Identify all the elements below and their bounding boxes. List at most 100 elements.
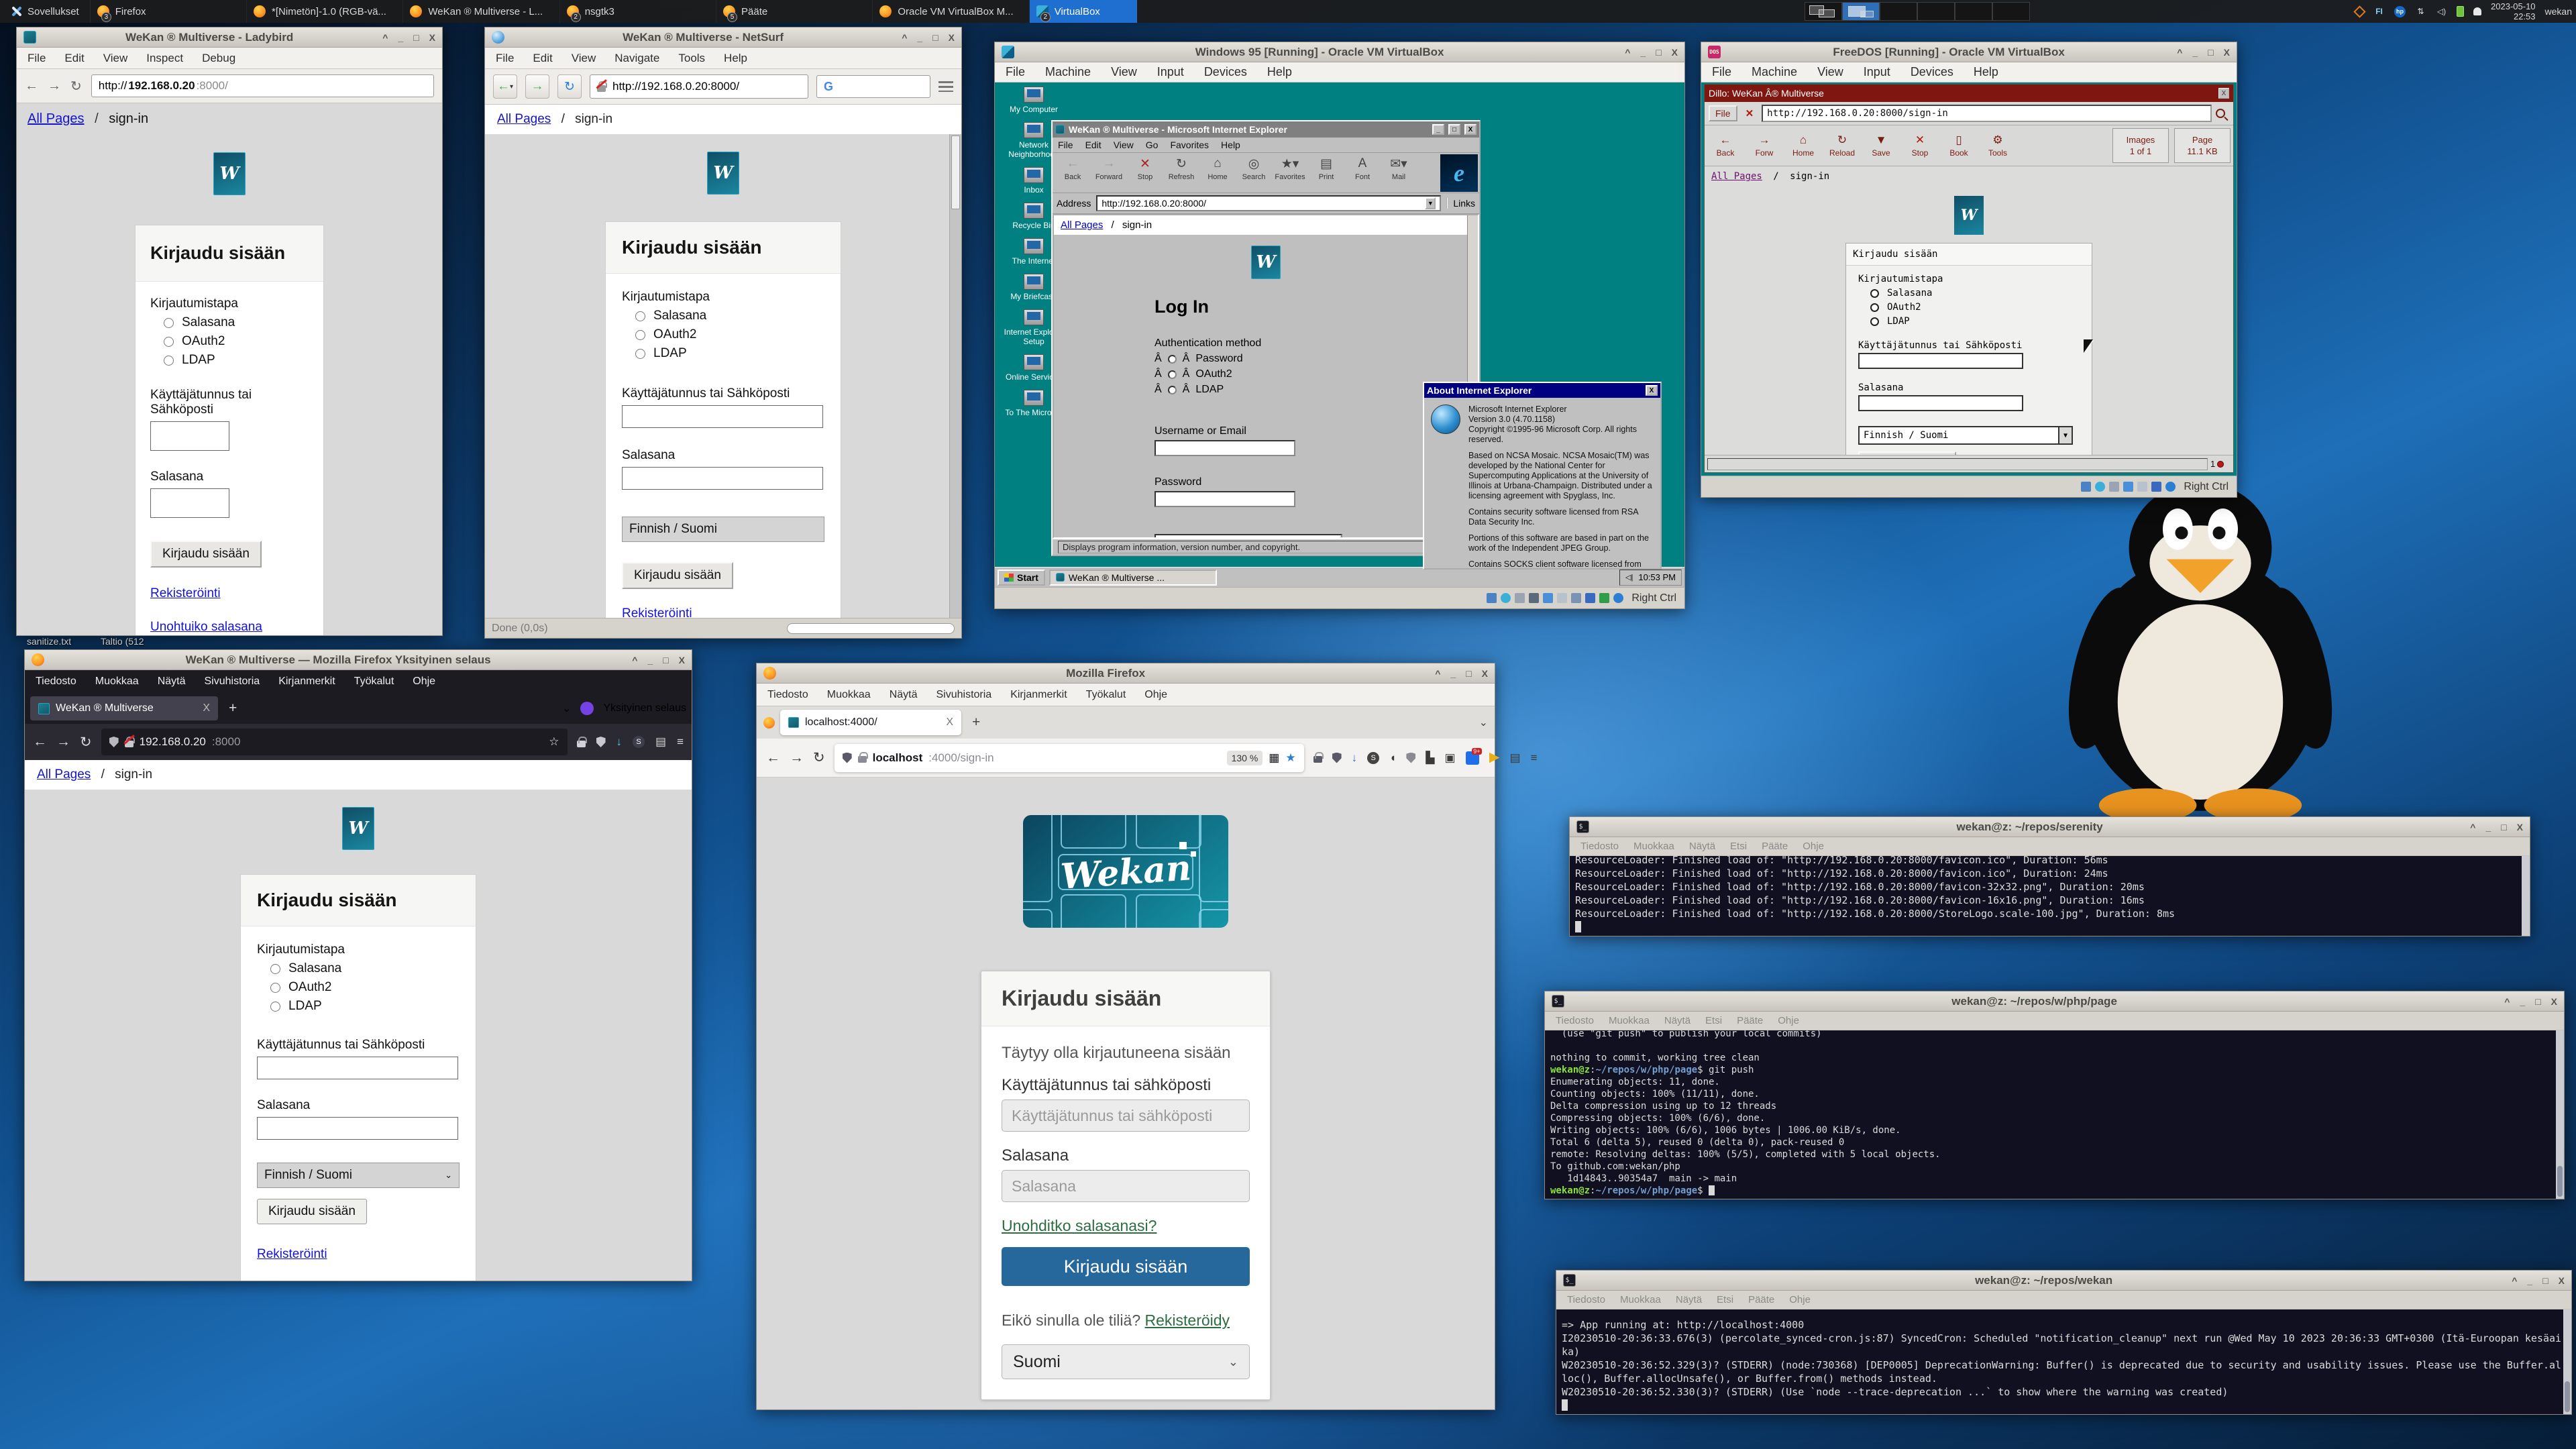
bug-meter[interactable]: 1 — [2210, 459, 2233, 469]
shade-button[interactable]: ^ — [2177, 47, 2182, 58]
menu-item[interactable]: Näytä — [890, 689, 918, 701]
library-icon[interactable]: ▤ — [1510, 751, 1521, 765]
register-link[interactable]: Rekisteröinti — [150, 586, 221, 601]
workspace-2[interactable] — [1842, 2, 1880, 21]
radio-button[interactable] — [635, 311, 645, 321]
workspace-1[interactable] — [1805, 2, 1842, 21]
close-button[interactable]: X — [679, 655, 685, 665]
shade-button[interactable]: ^ — [632, 655, 637, 665]
menu-item[interactable]: Etsi — [1717, 1294, 1733, 1305]
menu-item[interactable]: Tiedosto — [1567, 1294, 1605, 1305]
start-button[interactable]: Start — [998, 570, 1045, 586]
menu-item[interactable]: File — [1058, 140, 1073, 150]
reload-button[interactable]: ↻ — [557, 74, 582, 99]
password-input[interactable] — [150, 488, 229, 518]
back-button[interactable]: ←Back — [1055, 156, 1090, 181]
forgot-password-link[interactable]: Unohtuiko salasana — [257, 1279, 369, 1281]
ublock-icon[interactable]: 9+ — [1466, 751, 1479, 765]
menu-item[interactable]: View — [1817, 65, 1843, 79]
all-pages-link[interactable]: All Pages — [497, 112, 551, 126]
netsurf-titlebar[interactable]: WeKan ® Multiverse - NetSurf ^_□X — [485, 28, 961, 48]
web-search-input[interactable]: G — [816, 75, 930, 98]
ladybird-titlebar[interactable]: WeKan ® Multiverse - Ladybird ^_□X — [17, 28, 442, 48]
dillo-titlebar[interactable]: Dillo: WeKan Â® MultiverseX — [1705, 85, 2233, 102]
signin-button[interactable]: Kirjaudu sisään — [1002, 1247, 1250, 1286]
page-info-icon[interactable] — [858, 756, 867, 763]
register-link[interactable]: Rekisteröinti — [257, 1247, 327, 1262]
ie-close-button[interactable]: X — [1464, 124, 1477, 135]
file-menu-button[interactable]: File — [1709, 105, 1737, 121]
menu-item[interactable]: Etsi — [1730, 841, 1747, 852]
menu-item[interactable]: Machine — [1752, 65, 1797, 79]
close-button[interactable]: X — [2559, 1275, 2565, 1286]
zoom-level[interactable]: 130 % — [1227, 751, 1263, 765]
shade-button[interactable]: ^ — [2512, 1275, 2517, 1286]
register-link[interactable]: Rekisteröinti — [622, 606, 692, 618]
stop-button[interactable]: ✕Stop — [1128, 156, 1163, 181]
menu-item[interactable]: Työkalut — [354, 676, 394, 688]
dillo-close-button[interactable]: X — [2218, 88, 2229, 99]
forgot-password-link[interactable]: Unohditko salasanasi? — [1002, 1217, 1157, 1235]
menu-item[interactable]: Pääte — [1762, 841, 1788, 852]
menu-item[interactable]: Help — [724, 52, 747, 65]
shade-button[interactable]: ^ — [902, 32, 907, 43]
all-pages-link[interactable]: All Pages — [1711, 171, 1762, 182]
menu-item[interactable]: Devices — [1911, 65, 1953, 79]
s-extension-icon[interactable]: S — [1367, 752, 1379, 764]
save-button[interactable]: ▼Save — [1863, 133, 1899, 158]
username-input[interactable] — [1002, 1099, 1250, 1132]
signin-button[interactable]: Kirjaudu sisään — [1858, 451, 1956, 455]
back-icon[interactable]: ← — [766, 750, 780, 766]
taskbar-window-button-active[interactable]: VirtualBox 2 — [1030, 0, 1137, 23]
all-pages-link[interactable]: All Pages — [37, 767, 91, 782]
keyboard-layout-indicator[interactable]: FI — [2373, 6, 2385, 17]
shield-check-icon[interactable] — [1332, 753, 1342, 763]
radio-button[interactable] — [1168, 386, 1177, 394]
terminal-titlebar[interactable]: $_ wekan@z: ~/repos/serenity ^_□X — [1570, 817, 2530, 837]
active-tab[interactable]: WeKan ® Multiverse X — [30, 696, 218, 720]
bookmark-star-icon[interactable]: ☆ — [549, 735, 559, 749]
language-select[interactable]: English▼ — [1155, 534, 1342, 539]
applications-menu-button[interactable]: Sovellukset — [0, 0, 91, 23]
signin-button[interactable]: Kirjaudu sisään — [622, 562, 733, 589]
terminal-output[interactable]: => App running at: http://localhost:4000… — [1556, 1309, 2571, 1414]
username-input[interactable] — [1858, 353, 2023, 369]
menu-item[interactable]: Navigate — [614, 52, 659, 65]
desktop-file-taltio[interactable]: Taltio (512 — [101, 636, 144, 647]
password-input[interactable] — [1002, 1170, 1250, 1202]
tools-button[interactable]: ⚙Tools — [1980, 133, 2016, 158]
language-select[interactable]: Suomi⌄ — [1002, 1344, 1250, 1379]
menu-item[interactable]: Työkalut — [1086, 689, 1126, 701]
language-select[interactable]: Finnish / Suomi — [622, 517, 824, 542]
radio-button[interactable] — [270, 964, 280, 974]
username-input[interactable] — [1155, 440, 1295, 456]
menu-item[interactable]: Devices — [1204, 65, 1247, 79]
password-input[interactable] — [1155, 491, 1295, 507]
workspace-3[interactable] — [1880, 2, 1917, 21]
taskbar-window-button[interactable]: Oracle VM VirtualBox M... — [873, 0, 1029, 23]
shade-button[interactable]: ^ — [382, 32, 388, 43]
scrollbar[interactable] — [949, 134, 961, 618]
home-button[interactable]: ⌂Home — [1200, 156, 1235, 181]
menu-item[interactable]: Edit — [1085, 140, 1102, 150]
maximize-button[interactable]: □ — [663, 655, 668, 665]
reload-button[interactable]: ↻Reload — [1824, 133, 1860, 158]
menu-item[interactable]: Inspect — [146, 52, 183, 65]
ie-minimize-button[interactable]: _ — [1432, 124, 1444, 135]
menu-item[interactable]: Etsi — [1705, 1015, 1722, 1026]
language-select[interactable]: Finnish / Suomi⌄ — [257, 1163, 460, 1188]
lock-icon[interactable] — [577, 741, 586, 747]
forward-button[interactable]: →Forw — [1746, 133, 1782, 158]
all-pages-link[interactable]: All Pages — [28, 111, 85, 126]
new-tab-button[interactable]: + — [967, 714, 985, 731]
menu-item[interactable]: Help — [1974, 65, 1998, 79]
select-dropdown-icon[interactable]: ▼ — [2058, 427, 2072, 443]
menu-icon[interactable] — [938, 81, 953, 92]
address-dropdown-icon[interactable]: ▼ — [1425, 197, 1436, 209]
menu-item[interactable]: View — [103, 52, 128, 65]
menu-item[interactable]: Ohje — [1778, 1015, 1799, 1026]
maximize-button[interactable]: □ — [2501, 822, 2506, 833]
about-titlebar[interactable]: About Internet Explorer X — [1424, 383, 1660, 398]
scrollbar[interactable] — [2522, 856, 2530, 936]
reload-icon[interactable]: ↻ — [80, 734, 92, 751]
